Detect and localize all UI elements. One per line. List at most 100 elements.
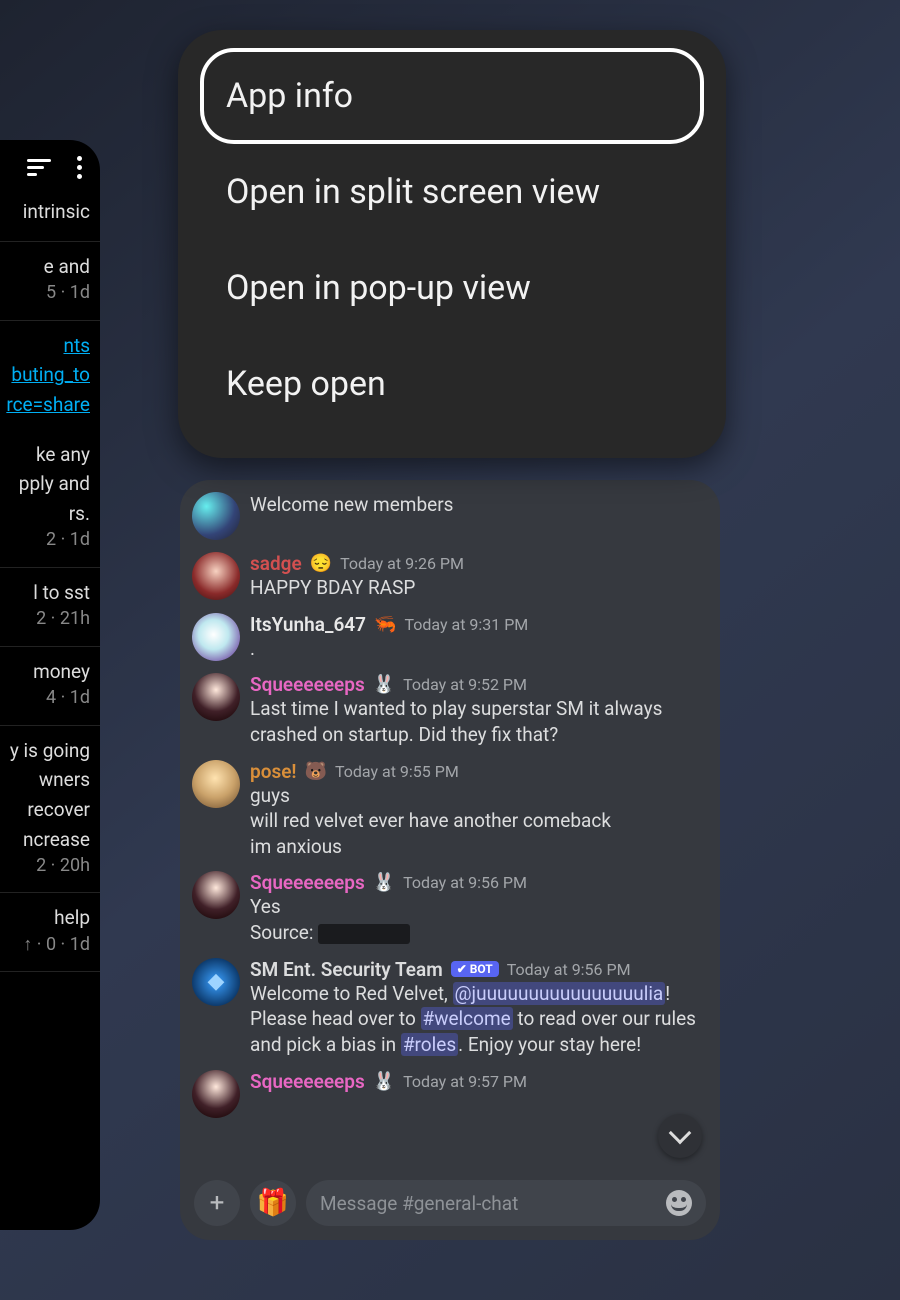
emoji-icon: 🐰 bbox=[373, 1071, 395, 1092]
list-item-link[interactable]: buting_to bbox=[0, 360, 100, 390]
timestamp: Today at 9:57 PM bbox=[403, 1072, 527, 1091]
emoji-icon: 😔 bbox=[310, 553, 332, 574]
message-text: . bbox=[250, 636, 708, 662]
plus-icon: + bbox=[210, 1188, 225, 1218]
list-item-text: pply and bbox=[0, 469, 100, 499]
username[interactable]: Squeeeeeeps bbox=[250, 1070, 365, 1093]
list-item-meta: ↑ · 0 · 1d bbox=[0, 933, 100, 957]
list-item-meta: 5 · 1d bbox=[0, 281, 100, 305]
list-item-text: recover bbox=[0, 795, 100, 825]
context-menu-item-popup-view[interactable]: Open in pop-up view bbox=[200, 240, 704, 336]
list-item-text: y is going bbox=[0, 736, 100, 766]
list-item[interactable]: help ↑ · 0 · 1d bbox=[0, 893, 100, 972]
gift-button[interactable]: 🎁 bbox=[250, 1180, 296, 1226]
list-item[interactable]: l to sst 2 · 21h bbox=[0, 568, 100, 647]
avatar[interactable] bbox=[192, 492, 240, 540]
message-text: will red velvet ever have another comeba… bbox=[250, 808, 708, 834]
message-text: Source: bbox=[250, 920, 708, 946]
timestamp: Today at 9:26 PM bbox=[340, 554, 464, 573]
timestamp: Today at 9:31 PM bbox=[404, 615, 528, 634]
sort-icon[interactable] bbox=[27, 159, 51, 177]
avatar[interactable] bbox=[192, 613, 240, 661]
attach-button[interactable]: + bbox=[194, 1180, 240, 1226]
left-card-header bbox=[0, 140, 100, 187]
list-item-meta: 4 · 1d bbox=[0, 686, 100, 710]
avatar[interactable]: ◆ bbox=[192, 958, 240, 1006]
avatar[interactable] bbox=[192, 871, 240, 919]
channel-mention[interactable]: #roles bbox=[401, 1033, 458, 1056]
avatar[interactable] bbox=[192, 673, 240, 721]
message[interactable]: pose! 🐻 Today at 9:55 PM guys will red v… bbox=[192, 752, 708, 864]
context-menu-item-split-screen[interactable]: Open in split screen view bbox=[200, 144, 704, 240]
username[interactable]: Squeeeeeeps bbox=[250, 673, 365, 696]
username[interactable]: Squeeeeeeps bbox=[250, 871, 365, 894]
timestamp: Today at 9:52 PM bbox=[403, 675, 527, 694]
app-context-menu: App info Open in split screen view Open … bbox=[178, 30, 726, 458]
message[interactable]: Squeeeeeeps 🐰 Today at 9:52 PM Last time… bbox=[192, 665, 708, 751]
redacted-block bbox=[318, 924, 410, 944]
list-item[interactable]: intrinsic bbox=[0, 187, 100, 242]
context-menu-item-app-info[interactable]: App info bbox=[200, 48, 704, 144]
list-item[interactable]: e and 5 · 1d bbox=[0, 242, 100, 321]
emoji-icon: 🐻 bbox=[305, 761, 327, 782]
list-item-link[interactable]: rce=share bbox=[0, 390, 100, 420]
message-input-bar: + 🎁 Message #general-chat bbox=[180, 1170, 720, 1240]
message-input-placeholder: Message #general-chat bbox=[320, 1192, 518, 1215]
message[interactable]: ◆ SM Ent. Security Team ✔ BOT Today at 9… bbox=[192, 950, 708, 1062]
list-item-meta: 2 · 20h bbox=[0, 854, 100, 878]
username[interactable]: pose! bbox=[250, 760, 297, 783]
username[interactable]: sadge bbox=[250, 552, 302, 575]
list-item-text: ke any bbox=[0, 440, 100, 470]
message[interactable]: Welcome new members bbox=[192, 484, 708, 544]
source-label: Source: bbox=[250, 921, 313, 944]
list-item-text: rs. bbox=[0, 499, 100, 529]
timestamp: Today at 9:56 PM bbox=[403, 873, 527, 892]
message[interactable]: Squeeeeeeps 🐰 Today at 9:56 PM Yes Sourc… bbox=[192, 863, 708, 949]
list-item-meta: 2 · 1d bbox=[0, 528, 100, 552]
message-text: HAPPY BDAY RASP bbox=[250, 575, 708, 601]
message[interactable]: Squeeeeeeps 🐰 Today at 9:57 PM bbox=[192, 1062, 708, 1122]
kebab-icon[interactable] bbox=[77, 156, 82, 179]
message-input[interactable]: Message #general-chat bbox=[306, 1180, 706, 1226]
bot-badge: ✔ BOT bbox=[451, 961, 499, 977]
message-text: im anxious bbox=[250, 834, 708, 860]
message-text: guys bbox=[250, 783, 708, 809]
message-text: Welcome to Red Velvet, @juuuuuuuuuuuuuuu… bbox=[250, 981, 708, 1058]
message[interactable]: ItsYunha_647 🦐 Today at 9:31 PM . bbox=[192, 605, 708, 666]
user-mention[interactable]: @juuuuuuuuuuuuuuuulia bbox=[453, 982, 666, 1005]
emoji-icon: 🐰 bbox=[373, 872, 395, 893]
emoji-icon: 🦐 bbox=[374, 614, 396, 635]
timestamp: Today at 9:56 PM bbox=[507, 960, 631, 979]
username[interactable]: ItsYunha_647 bbox=[250, 613, 366, 636]
avatar[interactable] bbox=[192, 1070, 240, 1118]
message-text: Yes bbox=[250, 894, 708, 920]
emoji-picker-icon[interactable] bbox=[666, 1190, 692, 1216]
list-item-text: intrinsic bbox=[0, 197, 100, 227]
emoji-icon: 🐰 bbox=[373, 674, 395, 695]
list-item-text: help bbox=[0, 903, 100, 933]
context-menu-item-keep-open[interactable]: Keep open bbox=[200, 336, 704, 432]
recents-left-card[interactable]: intrinsic e and 5 · 1d nts buting_to rce… bbox=[0, 140, 100, 1230]
list-item-text: l to sst bbox=[0, 578, 100, 608]
gift-icon: 🎁 bbox=[257, 1188, 289, 1218]
list-item-text: e and bbox=[0, 252, 100, 282]
channel-mention[interactable]: #welcome bbox=[421, 1007, 513, 1030]
chat-scroll[interactable]: Welcome new members sadge 😔 Today at 9:2… bbox=[180, 480, 720, 1170]
list-item[interactable]: nts buting_to rce=share ke any pply and … bbox=[0, 321, 100, 568]
chevron-down-icon bbox=[669, 1122, 692, 1145]
list-item[interactable]: y is going wners recover ncrease 2 · 20h bbox=[0, 726, 100, 894]
list-item-text: wners bbox=[0, 765, 100, 795]
discord-app-card[interactable]: Welcome new members sadge 😔 Today at 9:2… bbox=[180, 480, 720, 1240]
scroll-to-bottom-button[interactable] bbox=[658, 1114, 702, 1158]
timestamp: Today at 9:55 PM bbox=[335, 762, 459, 781]
username[interactable]: SM Ent. Security Team bbox=[250, 958, 443, 981]
avatar[interactable] bbox=[192, 760, 240, 808]
list-item[interactable]: money 4 · 1d bbox=[0, 647, 100, 726]
message[interactable]: sadge 😔 Today at 9:26 PM HAPPY BDAY RASP bbox=[192, 544, 708, 605]
list-item-meta: 2 · 21h bbox=[0, 607, 100, 631]
list-item-link[interactable]: nts bbox=[0, 331, 100, 361]
message-text: Welcome new members bbox=[250, 492, 708, 518]
message-text: Last time I wanted to play superstar SM … bbox=[250, 696, 708, 747]
avatar[interactable] bbox=[192, 552, 240, 600]
list-item-text: ncrease bbox=[0, 825, 100, 855]
